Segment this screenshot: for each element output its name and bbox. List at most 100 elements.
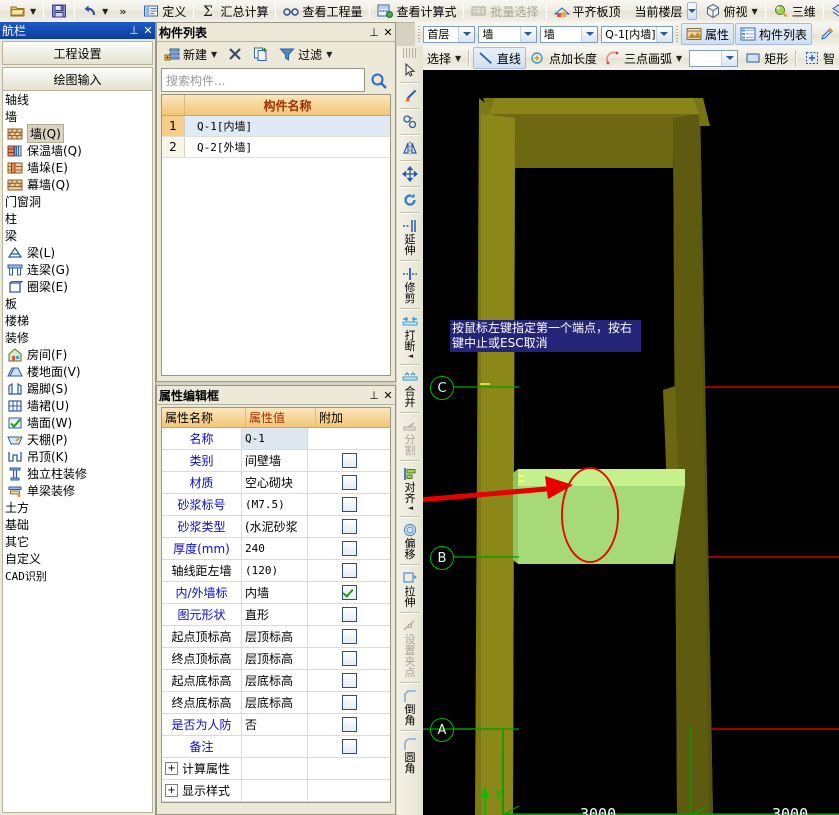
nav-item-curtain-wall[interactable]: 幕墙(Q)	[3, 176, 152, 193]
property-value[interactable]: 间壁墙	[242, 450, 308, 471]
nav-item-column[interactable]: 柱	[3, 210, 152, 227]
nav-item-axis[interactable]: 轴线	[3, 91, 152, 108]
view-quantity-button[interactable]: 查看工程量	[279, 1, 366, 21]
context-toolbar-grip-2[interactable]	[675, 26, 678, 42]
three-d-button[interactable]: 三维	[769, 1, 820, 21]
pin-icon[interactable]: ⊥	[367, 26, 381, 39]
property-table[interactable]: 属性名称 属性值 附加 名称 Q-1 类别 间壁墙 材质 空心砌块 砂浆标号 (…	[161, 407, 391, 803]
undo-caret-icon[interactable]: ▼	[102, 7, 108, 16]
nav-item-cad-recognition[interactable]: CAD识别	[3, 567, 152, 584]
property-value[interactable]: (120)	[242, 560, 308, 581]
nav-item-room[interactable]: 房间(F)	[3, 346, 152, 363]
property-value[interactable]: 层底标高	[242, 670, 308, 691]
nav-item-earthwork[interactable]: 土方	[3, 499, 152, 516]
open-button[interactable]: ▼	[6, 1, 40, 21]
property-value[interactable]: 层底标高	[242, 692, 308, 713]
offset-tool[interactable]: 偏移	[397, 520, 423, 562]
nav-item-ceiling[interactable]: 天棚(P)	[3, 431, 152, 448]
fillet-tool[interactable]: 圆角	[397, 734, 423, 776]
attach-checkbox[interactable]	[341, 563, 357, 578]
3d-viewport[interactable]: C B A 3000 3000 Y 按鼠标左键指定第一个端点，按右 键中止或ES…	[423, 70, 839, 815]
nav-item-foundation[interactable]: 基础	[3, 516, 152, 533]
pin-icon[interactable]: ⊥	[367, 389, 381, 402]
property-row-display-style[interactable]: + 显示样式	[162, 780, 390, 802]
property-row-category[interactable]: 类别 间壁墙	[162, 450, 390, 472]
nav-item-floor-surface[interactable]: 楼地面(V)	[3, 363, 152, 380]
smart-tool-button[interactable]: 智	[800, 48, 839, 68]
stretch-tool[interactable]: 拉伸	[397, 568, 423, 610]
nav-item-door-window[interactable]: 门窗洞	[3, 193, 152, 210]
project-settings-button[interactable]: 工程设置	[2, 41, 153, 65]
nav-item-beam[interactable]: 梁(L)	[3, 244, 152, 261]
view-calc-formula-button[interactable]: 查看计算式	[373, 1, 460, 21]
nav-item-other[interactable]: 其它	[3, 533, 152, 550]
property-value[interactable]: 层顶标高	[242, 648, 308, 669]
batch-select-button[interactable]: 批量选择	[467, 1, 542, 21]
split-tool[interactable]: 分割	[397, 416, 423, 458]
property-row-civil-defense[interactable]: 是否为人防 否	[162, 714, 390, 736]
nav-item-wall[interactable]: 墙(Q)	[3, 124, 152, 143]
attach-checkbox[interactable]	[341, 541, 357, 556]
property-row-calc-properties[interactable]: + 计算属性	[162, 758, 390, 780]
copy-component-button[interactable]	[249, 44, 273, 64]
property-row-name[interactable]: 名称 Q-1	[162, 428, 390, 450]
attach-checkbox[interactable]	[341, 695, 357, 710]
nav-item-wall-pier[interactable]: 墙垛(E)	[3, 159, 152, 176]
table-row[interactable]: 2 Q-2[外墙]	[162, 137, 390, 158]
property-value[interactable]: Q-1	[242, 428, 308, 449]
set-grip-tool[interactable]: 设置夹点	[397, 616, 423, 680]
nav-item-coupling-beam[interactable]: 连梁(G)	[3, 261, 152, 278]
property-button[interactable]: 属性	[680, 23, 734, 45]
property-row-end-top-elevation[interactable]: 终点顶标高 层顶标高	[162, 648, 390, 670]
save-button[interactable]	[47, 1, 71, 21]
break-caret-icon[interactable]: ◄	[408, 352, 413, 360]
nav-item-custom[interactable]: 自定义	[3, 550, 152, 567]
overflow-button[interactable]: »	[112, 1, 133, 21]
top-view-button[interactable]: 俯视 ▼	[701, 1, 762, 21]
summary-calc-button[interactable]: Σ 汇总计算	[197, 1, 272, 21]
property-row-inner-outer-wall[interactable]: 内/外墙标 内墙	[162, 582, 390, 604]
property-value[interactable]: 空心砌块	[242, 472, 308, 493]
property-value[interactable]: 直形	[242, 604, 308, 625]
nav-item-insulated-wall[interactable]: 保温墙(Q)	[3, 142, 152, 159]
select-mode-button[interactable]: 选择 ▼	[423, 48, 465, 68]
filter-caret-icon[interactable]: ▼	[326, 50, 332, 59]
property-row-start-bottom-elevation[interactable]: 起点底标高 层底标高	[162, 670, 390, 692]
property-value[interactable]: 240	[242, 538, 308, 559]
property-row-thickness[interactable]: 厚度(mm) 240	[162, 538, 390, 560]
context-toolbar-grip[interactable]	[418, 26, 421, 42]
top-view-caret-icon[interactable]: ▼	[752, 7, 758, 16]
property-value[interactable]: (M7.5)	[242, 494, 308, 515]
subcategory-select[interactable]: 墙	[539, 25, 599, 43]
subcategory-select-chevron-down-icon[interactable]	[581, 26, 598, 42]
floor-select[interactable]: 首层	[423, 25, 476, 43]
property-value[interactable]: 层顶标高	[242, 626, 308, 647]
property-row-remark[interactable]: 备注	[162, 736, 390, 758]
current-floor-dropdown-button[interactable]	[686, 2, 697, 20]
nav-item-dado[interactable]: 墙裙(U)	[3, 397, 152, 414]
search-button[interactable]	[365, 69, 391, 91]
delete-component-button[interactable]	[223, 44, 247, 64]
property-row-axis-to-left-wall[interactable]: 轴线距左墙 (120)	[162, 560, 390, 582]
attach-checkbox[interactable]	[341, 607, 357, 622]
attach-checkbox[interactable]	[341, 739, 357, 754]
component-grid[interactable]: 构件名称 1 Q-1[内墙] 2 Q-2[外墙]	[161, 94, 391, 376]
property-value[interactable]: (水泥砂浆	[242, 516, 308, 537]
property-row-mortar-type[interactable]: 砂浆类型 (水泥砂浆	[162, 516, 390, 538]
property-value[interactable]: 否	[242, 714, 308, 735]
nav-item-stair[interactable]: 楼梯	[3, 312, 152, 329]
drawing-input-button[interactable]: 绘图输入	[2, 67, 153, 91]
align-tool[interactable]: 对齐 ◄	[397, 464, 423, 514]
table-row[interactable]: 1 Q-1[内墙]	[162, 116, 390, 137]
attach-checkbox[interactable]	[341, 453, 357, 468]
nav-item-suspended-ceiling[interactable]: 吊顶(K)	[3, 448, 152, 465]
nav-item-wall-surface[interactable]: 墙面(W)	[3, 414, 152, 431]
line-tool-button[interactable]: 直线	[472, 47, 526, 69]
cursor-tool[interactable]	[397, 60, 423, 80]
trim-tool[interactable]: 修剪	[397, 264, 423, 306]
rectangle-tool-button[interactable]: 矩形	[741, 48, 792, 68]
attach-checkbox[interactable]	[341, 475, 357, 490]
category-select[interactable]: 墙	[478, 25, 537, 43]
filter-button[interactable]: 过滤 ▼	[275, 44, 336, 64]
new-component-caret-icon[interactable]: ▼	[211, 50, 217, 59]
